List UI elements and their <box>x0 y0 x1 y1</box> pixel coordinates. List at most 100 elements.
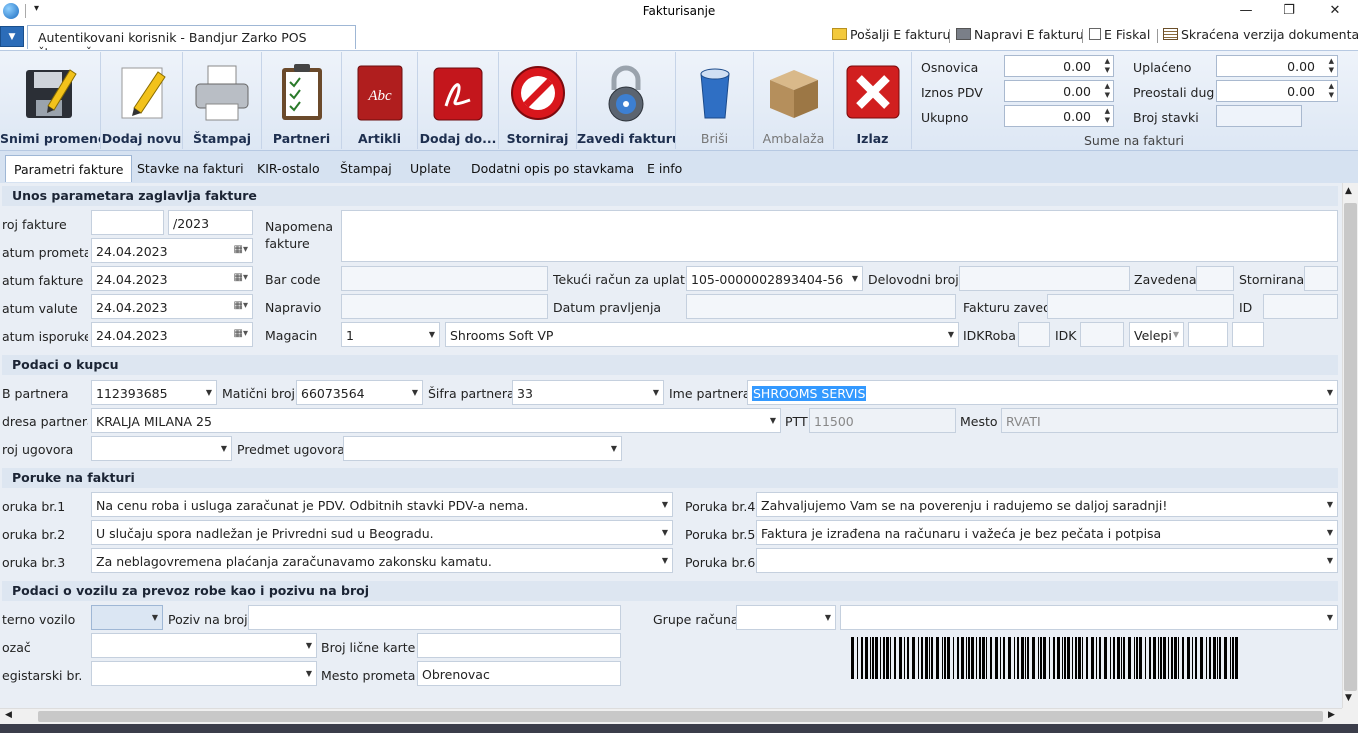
tab-parametri[interactable]: Parametri fakture <box>5 155 133 182</box>
poruka3-select[interactable]: Za neblagovremena plaćanja zaračunavamo … <box>91 548 673 573</box>
chevron-down-icon[interactable]: ▼ <box>653 388 659 397</box>
velep-extra-input-1[interactable] <box>1188 322 1228 347</box>
poziv-input[interactable] <box>248 605 621 630</box>
osnovica-field[interactable]: 0.00 ▲ ▼ <box>1004 55 1114 77</box>
tab-stavke[interactable]: Stavke na fakturi <box>129 155 252 182</box>
vertical-scrollbar[interactable]: ▲ ▼ <box>1342 183 1358 708</box>
chevron-down-icon[interactable]: ▼ <box>1327 613 1333 622</box>
chevron-down-icon[interactable]: ▼ <box>206 388 212 397</box>
minimize-button[interactable]: — <box>1231 3 1261 21</box>
spin-icon[interactable]: ▲ ▼ <box>1329 82 1334 100</box>
articles-button[interactable]: Abc Artikli <box>342 52 418 149</box>
spin-icon[interactable]: ▲ ▼ <box>1105 107 1110 125</box>
barcode-input[interactable] <box>341 266 548 291</box>
dug-field[interactable]: 0.00 ▲ ▼ <box>1216 80 1338 102</box>
datum-fakture-input[interactable]: 24.04.2023 ▦▾ <box>91 266 253 291</box>
spin-icon[interactable]: ▲ ▼ <box>1105 57 1110 75</box>
chevron-down-icon[interactable]: ▼ <box>662 556 668 565</box>
napomena-textarea[interactable] <box>341 210 1338 262</box>
adresa-select[interactable]: KRALJA MILANA 25 ▼ <box>91 408 781 433</box>
magacin-select[interactable]: 1 ▼ <box>341 322 440 347</box>
pdv-field[interactable]: 0.00 ▲ ▼ <box>1004 80 1114 102</box>
register-invoice-button[interactable]: Zavedi fakturu <box>577 52 676 149</box>
interno-vozilo-select[interactable]: ▼ <box>91 605 163 630</box>
scroll-up-icon[interactable]: ▲ <box>1345 186 1352 196</box>
add-new-button[interactable]: Dodaj novu <box>101 52 183 149</box>
calendar-icon[interactable]: ▦▾ <box>234 272 248 283</box>
registarski-select[interactable]: ▼ <box>91 661 317 686</box>
create-einvoice-link[interactable]: Napravi E fakturu <box>956 27 1084 42</box>
vertical-scroll-thumb[interactable] <box>1344 203 1357 691</box>
scroll-left-icon[interactable]: ◀ <box>5 710 12 720</box>
chevron-down-icon[interactable]: ▼ <box>948 330 954 339</box>
user-tab[interactable]: Autentikovani korisnik - Bandjur Zarko P… <box>27 25 356 60</box>
horizontal-scroll-thumb[interactable] <box>38 711 1323 722</box>
chevron-down-icon[interactable]: ▼ <box>611 444 617 453</box>
spin-icon[interactable]: ▲ ▼ <box>1329 57 1334 75</box>
horizontal-scrollbar[interactable]: ◀ ▶ <box>0 708 1342 724</box>
poruka2-select[interactable]: U slučaju spora nadležan je Privredni su… <box>91 520 673 545</box>
pib-select[interactable]: 112393685 ▼ <box>91 380 217 405</box>
chevron-down-icon[interactable]: ▼ <box>1327 500 1333 509</box>
chevron-down-icon[interactable]: ▼ <box>221 444 227 453</box>
datum-isporuke-input[interactable]: 24.04.2023 ▦▾ <box>91 322 253 347</box>
tab-einfo[interactable]: E info <box>639 155 690 182</box>
chevron-down-icon[interactable]: ▼ <box>662 500 668 509</box>
chevron-down-icon[interactable]: ▼ <box>1327 528 1333 537</box>
broj-fakture-input[interactable] <box>91 210 164 235</box>
magacin-name-select[interactable]: Shrooms Soft VP ▼ <box>445 322 959 347</box>
add-pdf-button[interactable]: Dodaj do... <box>418 52 499 149</box>
chevron-down-icon[interactable]: ▼ <box>429 330 435 339</box>
poruka4-select[interactable]: Zahvaljujemo Vam se na poverenju i raduj… <box>756 492 1338 517</box>
chevron-down-icon[interactable]: ▼ <box>306 641 312 650</box>
grupe-select[interactable]: ▼ <box>736 605 836 630</box>
poruka6-select[interactable]: ▼ <box>756 548 1338 573</box>
app-menu-button[interactable]: ▼ <box>0 26 24 47</box>
cancel-invoice-button[interactable]: Storniraj <box>499 52 577 149</box>
chevron-down-icon[interactable]: ▼ <box>306 669 312 678</box>
tab-uplate[interactable]: Uplate <box>402 155 459 182</box>
chevron-down-icon[interactable]: ▼ <box>1327 388 1333 397</box>
velep-extra-input-2[interactable] <box>1232 322 1264 347</box>
tekuci-racun-select[interactable]: 105-0000002893404-56 ▼ <box>686 266 863 291</box>
delete-button[interactable]: Briši <box>676 52 754 149</box>
vozac-select[interactable]: ▼ <box>91 633 317 658</box>
chevron-down-icon[interactable]: ▼ <box>152 613 158 622</box>
ukupno-field[interactable]: 0.00 ▲ ▼ <box>1004 105 1114 127</box>
save-changes-button[interactable]: Snimi promene <box>0 52 101 149</box>
maticni-select[interactable]: 66073564 ▼ <box>296 380 423 405</box>
licna-karta-input[interactable] <box>417 633 621 658</box>
chevron-down-icon[interactable]: ▼ <box>412 388 418 397</box>
calendar-icon[interactable]: ▦▾ <box>234 328 248 339</box>
broj-fakture-year[interactable]: /2023 <box>168 210 253 235</box>
chevron-down-icon[interactable]: ▼ <box>1173 330 1179 339</box>
chevron-down-icon[interactable]: ▼ <box>825 613 831 622</box>
tab-kir[interactable]: KIR-ostalo <box>249 155 328 182</box>
poruka1-select[interactable]: Na cenu roba i usluga zaračunat je PDV. … <box>91 492 673 517</box>
partners-button[interactable]: Partneri <box>262 52 342 149</box>
mesto-prometa-input[interactable]: Obrenovac <box>417 661 621 686</box>
print-button[interactable]: Štampaj <box>183 52 262 149</box>
close-button[interactable]: ✕ <box>1320 3 1350 21</box>
maximize-button[interactable]: ❐ <box>1274 3 1304 21</box>
datum-prometa-input[interactable]: 24.04.2023 ▦▾ <box>91 238 253 263</box>
chevron-down-icon[interactable]: ▼ <box>852 274 858 283</box>
ime-partnera-select[interactable]: SHROOMS SERVIS ▼ <box>747 380 1338 405</box>
send-einvoice-link[interactable]: Pošalji E fakturu <box>832 27 950 42</box>
tab-stampaj[interactable]: Štampaj <box>332 155 400 182</box>
grupe-name-select[interactable]: ▼ <box>840 605 1338 630</box>
scroll-down-icon[interactable]: ▼ <box>1345 693 1352 703</box>
velep-select[interactable]: Velepi ▼ <box>1129 322 1184 347</box>
short-version-link[interactable]: Skraćena verzija dokumenta <box>1163 27 1358 42</box>
chevron-down-icon[interactable]: ▼ <box>662 528 668 537</box>
efiskal-link[interactable]: E Fiskal <box>1089 27 1150 42</box>
delovodni-input[interactable] <box>959 266 1130 291</box>
ugovor-select[interactable]: ▼ <box>91 436 232 461</box>
predmet-select[interactable]: ▼ <box>343 436 622 461</box>
scroll-right-icon[interactable]: ▶ <box>1328 710 1335 720</box>
spin-icon[interactable]: ▲ ▼ <box>1105 82 1110 100</box>
chevron-down-icon[interactable]: ▼ <box>770 416 776 425</box>
exit-button[interactable]: Izlaz <box>834 52 912 149</box>
tab-dodatni-opis[interactable]: Dodatni opis po stavkama <box>463 155 642 182</box>
chevron-down-icon[interactable]: ▼ <box>1327 556 1333 565</box>
